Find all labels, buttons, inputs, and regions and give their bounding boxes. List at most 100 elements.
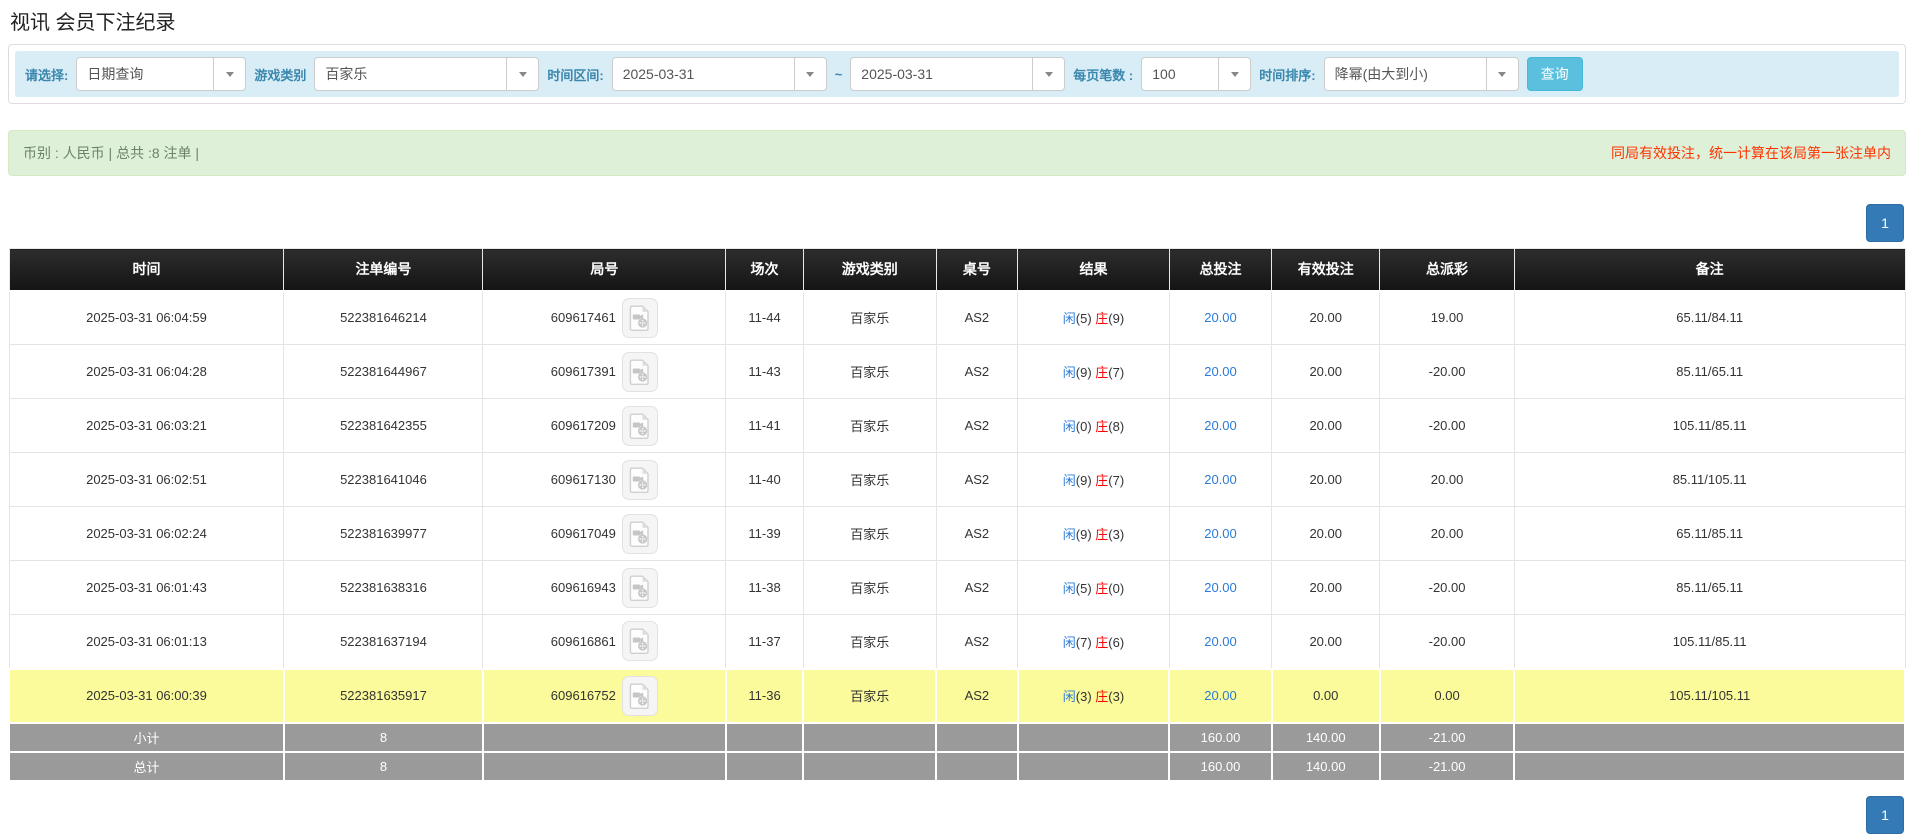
date-to-select[interactable]: 2025-03-31 xyxy=(850,57,1065,91)
total-bet-link[interactable]: 20.00 xyxy=(1204,418,1237,433)
cell-total-bet: 20.00 xyxy=(1169,453,1271,507)
cell-valid-bet: 20.00 xyxy=(1272,615,1380,669)
table-header-row: 时间注单编号局号场次游戏类别桌号结果总投注有效投注总派彩备注 xyxy=(9,249,1905,291)
game-type-select[interactable]: 百家乐 xyxy=(314,57,539,91)
video-file-icon[interactable] xyxy=(622,460,658,500)
time-range-label: 时间区间: xyxy=(547,65,603,84)
cell-payout: 20.00 xyxy=(1380,453,1515,507)
cell-table-no: AS2 xyxy=(936,291,1018,345)
cell-remark: 105.11/85.11 xyxy=(1514,399,1905,453)
round-id-text: 609616943 xyxy=(551,580,616,595)
currency-total-text: 币别 : 人民币 | 总共 :8 注单 | xyxy=(23,143,199,163)
cell-time: 2025-03-31 06:02:24 xyxy=(9,507,284,561)
table-row: 2025-03-31 06:03:21522381642355609617209… xyxy=(9,399,1905,453)
result-player-points: (5) xyxy=(1076,581,1096,596)
video-file-icon[interactable] xyxy=(622,352,658,392)
table-footer-row: 小计8160.00140.00-21.00 xyxy=(9,723,1905,752)
query-button[interactable]: 查询 xyxy=(1527,57,1583,91)
cell-result: 闲(9) 庄(7) xyxy=(1018,345,1170,399)
cell-session: 11-40 xyxy=(726,453,804,507)
chevron-down-icon xyxy=(213,58,245,90)
total-bet-link[interactable]: 20.00 xyxy=(1204,688,1237,703)
footer-empty xyxy=(1018,752,1170,781)
total-bet-link[interactable]: 20.00 xyxy=(1204,310,1237,325)
total-bet-link[interactable]: 20.00 xyxy=(1204,580,1237,595)
cell-bet-id: 522381644967 xyxy=(284,345,483,399)
chevron-down-icon xyxy=(794,58,826,90)
cell-round-id: 609616752 xyxy=(483,669,726,723)
cell-session: 11-36 xyxy=(726,669,804,723)
table-row: 2025-03-31 06:04:59522381646214609617461… xyxy=(9,291,1905,345)
pagination-page-1[interactable]: 1 xyxy=(1866,204,1904,242)
total-bet-link[interactable]: 20.00 xyxy=(1204,472,1237,487)
round-id-text: 609617391 xyxy=(551,364,616,379)
video-file-icon[interactable] xyxy=(622,621,658,661)
cell-time: 2025-03-31 06:00:39 xyxy=(9,669,284,723)
pagination-page-1-bottom[interactable]: 1 xyxy=(1866,796,1904,834)
result-player-label: 闲 xyxy=(1063,365,1076,380)
cell-table-no: AS2 xyxy=(936,669,1018,723)
cell-remark: 85.11/65.11 xyxy=(1514,345,1905,399)
time-sort-select[interactable]: 降幂(由大到小) xyxy=(1324,57,1519,91)
total-bet-link[interactable]: 20.00 xyxy=(1204,364,1237,379)
cell-payout: 20.00 xyxy=(1380,507,1515,561)
cell-session: 11-38 xyxy=(726,561,804,615)
result-banker-points: (8) xyxy=(1108,419,1124,434)
cell-session: 11-41 xyxy=(726,399,804,453)
total-bet-link[interactable]: 20.00 xyxy=(1204,634,1237,649)
cell-table-no: AS2 xyxy=(936,615,1018,669)
round-id-text: 609617130 xyxy=(551,472,616,487)
cell-payout: -20.00 xyxy=(1380,615,1515,669)
result-player-label: 闲 xyxy=(1063,689,1076,704)
video-file-icon[interactable] xyxy=(622,514,658,554)
cell-result: 闲(7) 庄(6) xyxy=(1018,615,1170,669)
table-row: 2025-03-31 06:04:28522381644967609617391… xyxy=(9,345,1905,399)
video-file-icon[interactable] xyxy=(622,568,658,608)
time-sort-value: 降幂(由大到小) xyxy=(1325,64,1438,84)
cell-remark: 85.11/65.11 xyxy=(1514,561,1905,615)
result-player-label: 闲 xyxy=(1063,473,1076,488)
result-player-points: (3) xyxy=(1076,689,1096,704)
page-size-select[interactable]: 100 xyxy=(1141,57,1251,91)
video-file-icon[interactable] xyxy=(622,298,658,338)
footer-empty xyxy=(1018,723,1170,752)
chevron-down-icon xyxy=(506,58,538,90)
result-player-label: 闲 xyxy=(1063,419,1076,434)
page-size-label: 每页笔数 : xyxy=(1073,65,1133,84)
result-player-points: (5) xyxy=(1076,311,1096,326)
cell-result: 闲(9) 庄(3) xyxy=(1018,507,1170,561)
cell-valid-bet: 20.00 xyxy=(1272,453,1380,507)
filter-bar: 请选择: 日期查询 游戏类别 百家乐 时间区间: 2025-03-31 ~ 20… xyxy=(15,51,1899,97)
cell-session: 11-43 xyxy=(726,345,804,399)
result-player-label: 闲 xyxy=(1063,527,1076,542)
cell-game-type: 百家乐 xyxy=(803,345,936,399)
cell-remark: 65.11/85.11 xyxy=(1514,507,1905,561)
video-file-icon[interactable] xyxy=(622,676,658,716)
table-footer-row: 总计8160.00140.00-21.00 xyxy=(9,752,1905,781)
chevron-down-icon xyxy=(1032,58,1064,90)
table-row: 2025-03-31 06:02:51522381641046609617130… xyxy=(9,453,1905,507)
footer-label: 小计 xyxy=(9,723,284,752)
date-from-select[interactable]: 2025-03-31 xyxy=(612,57,827,91)
footer-empty xyxy=(483,752,726,781)
column-header-1: 注单编号 xyxy=(284,249,483,291)
cell-round-id: 609617391 xyxy=(483,345,726,399)
cell-time: 2025-03-31 06:04:59 xyxy=(9,291,284,345)
result-banker-label: 庄 xyxy=(1095,473,1108,488)
cell-total-bet: 20.00 xyxy=(1169,507,1271,561)
cell-valid-bet: 20.00 xyxy=(1272,399,1380,453)
total-bet-link[interactable]: 20.00 xyxy=(1204,526,1237,541)
result-banker-points: (7) xyxy=(1108,365,1124,380)
round-id-text: 609616752 xyxy=(551,688,616,703)
cell-time: 2025-03-31 06:01:13 xyxy=(9,615,284,669)
cell-time: 2025-03-31 06:02:51 xyxy=(9,453,284,507)
cell-time: 2025-03-31 06:03:21 xyxy=(9,399,284,453)
result-banker-label: 庄 xyxy=(1095,311,1108,326)
footer-empty xyxy=(936,723,1018,752)
footer-total-bet: 160.00 xyxy=(1169,723,1271,752)
cell-game-type: 百家乐 xyxy=(803,561,936,615)
query-type-select[interactable]: 日期查询 xyxy=(76,57,246,91)
video-file-icon[interactable] xyxy=(622,406,658,446)
cell-bet-id: 522381642355 xyxy=(284,399,483,453)
cell-remark: 85.11/105.11 xyxy=(1514,453,1905,507)
